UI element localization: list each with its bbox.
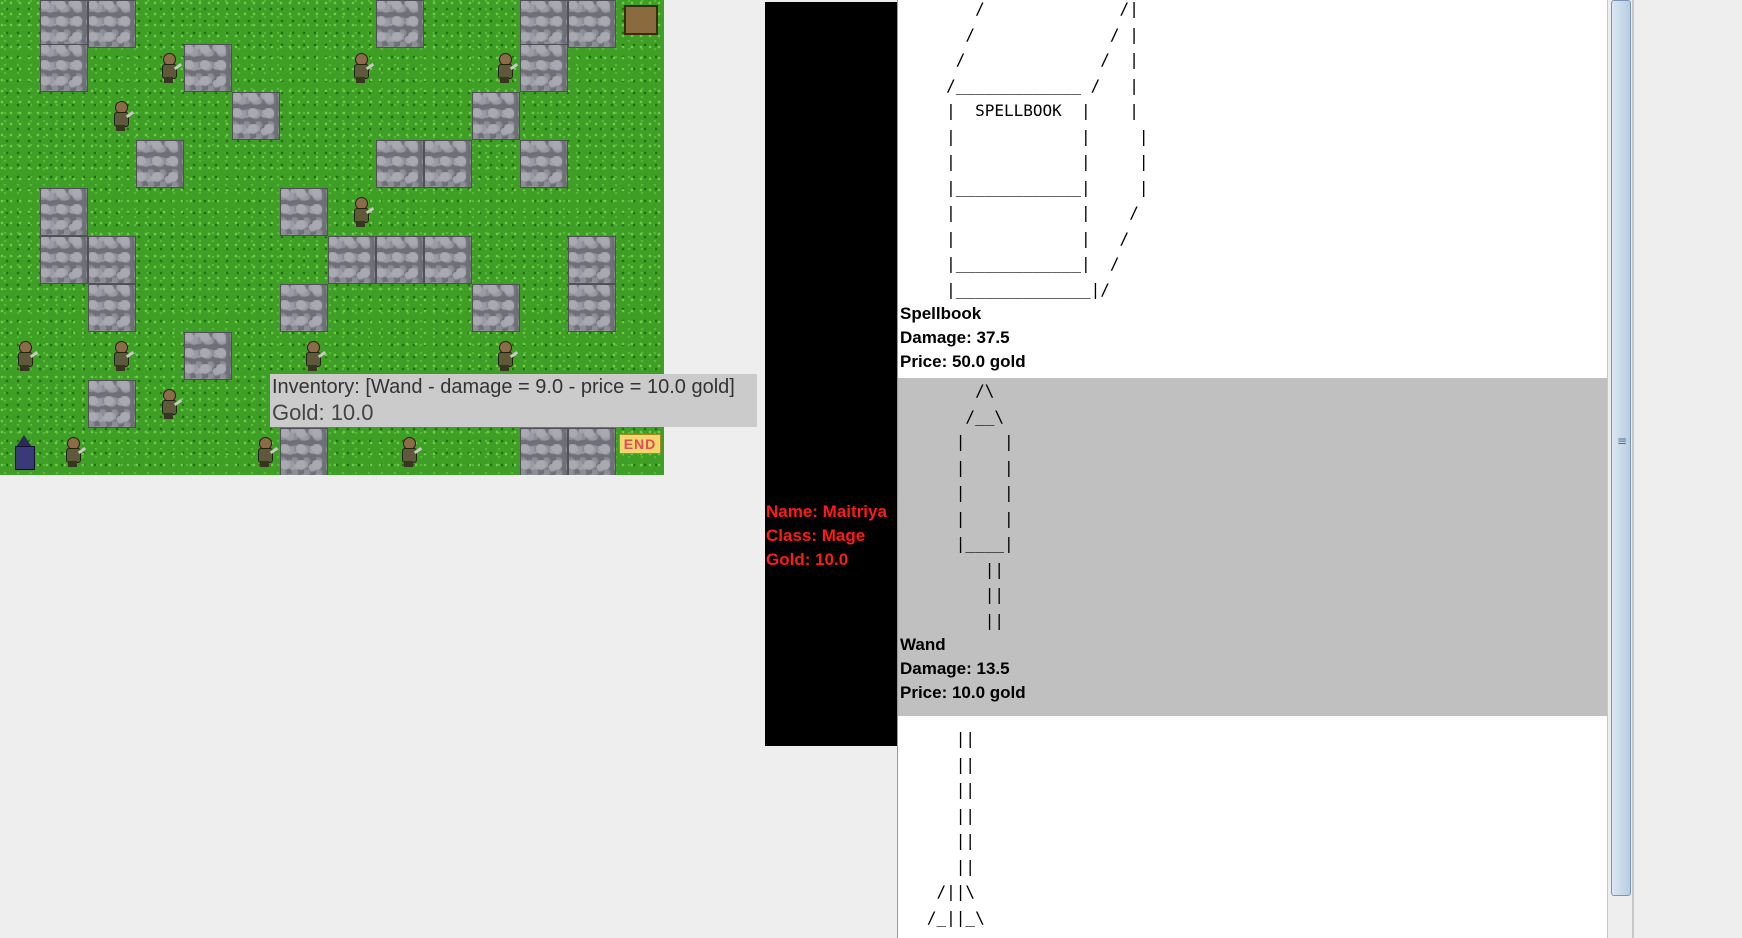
inventory-text: Inventory: [Wand - damage = 9.0 - price …: [272, 376, 735, 398]
inventory-panel: Inventory: [Wand - damage = 9.0 - price …: [270, 374, 757, 427]
goblin-enemy[interactable]: [384, 428, 432, 475]
item-price: Price: 50.0 gold: [900, 352, 1026, 371]
stone-tile: [424, 236, 472, 284]
stone-tile: [40, 188, 88, 236]
shop-item-wand[interactable]: /\ /__\ | | | | | | | | |____| || || || …: [898, 378, 1608, 716]
stone-tile: [520, 140, 568, 188]
player-class: Class: Mage: [766, 526, 866, 545]
item-price: Price: 10.0 gold: [900, 683, 1026, 702]
end-tile[interactable]: END: [616, 420, 664, 468]
shop-item-spellbook[interactable]: / /| / / | / / | /_____________ / | | SP…: [898, 0, 1608, 374]
treasure-chest[interactable]: [616, 0, 664, 48]
stone-tile: [40, 0, 88, 48]
item-name: Wand: [900, 635, 946, 654]
goblin-enemy[interactable]: [336, 44, 384, 92]
stone-tile: [136, 140, 184, 188]
grip-lines-icon: ≡: [1617, 434, 1628, 448]
sword-ascii-art: || || || || || || /||\ /_||_\: [926, 729, 985, 927]
stone-tile: [88, 0, 136, 48]
stone-tile: [280, 284, 328, 332]
goblin-enemy[interactable]: [480, 332, 528, 380]
stone-tile: [328, 236, 376, 284]
stone-tile: [184, 332, 232, 380]
player-name: Name: Maitriya: [766, 502, 887, 521]
window-edge: [1632, 0, 1634, 938]
shop-item-sword[interactable]: || || || || || || /||\ /_||_\: [898, 726, 1608, 930]
stone-tile: [520, 0, 568, 48]
goblin-enemy[interactable]: [240, 428, 288, 475]
wand-ascii-art: /\ /__\ | | | | | | | | |____| || || ||: [955, 381, 1014, 630]
stone-tile: [472, 284, 520, 332]
shop-scrollbar[interactable]: ≡: [1607, 0, 1633, 938]
stone-tile: [232, 92, 280, 140]
goblin-enemy[interactable]: [48, 428, 96, 475]
player-stats: Name: Maitriya Class: Mage Gold: 10.0: [766, 500, 887, 572]
stone-tile: [88, 284, 136, 332]
spellbook-ascii-art: / /| / / | / / | /_____________ / | | SP…: [946, 0, 1149, 299]
goblin-enemy[interactable]: [96, 332, 144, 380]
stone-tile: [376, 140, 424, 188]
stone-tile: [520, 428, 568, 475]
chest-icon: [624, 5, 658, 35]
stone-tile: [472, 92, 520, 140]
stone-tile: [568, 284, 616, 332]
goblin-enemy[interactable]: [144, 380, 192, 428]
goblin-enemy[interactable]: [336, 188, 384, 236]
stone-tile: [40, 236, 88, 284]
stone-tile: [40, 44, 88, 92]
inventory-gold: Gold: 10.0: [272, 400, 374, 425]
stone-tile: [88, 236, 136, 284]
goblin-enemy[interactable]: [288, 332, 336, 380]
stone-tile: [424, 140, 472, 188]
goblin-enemy[interactable]: [96, 92, 144, 140]
player-mage[interactable]: [0, 428, 48, 475]
stone-tile: [568, 0, 616, 48]
stone-tile: [280, 188, 328, 236]
item-name: Spellbook: [900, 304, 982, 323]
stone-tile: [88, 380, 136, 428]
stone-tile: [376, 0, 424, 48]
scroll-thumb[interactable]: ≡: [1611, 0, 1631, 896]
player-info-panel: Name: Maitriya Class: Mage Gold: 10.0: [765, 2, 897, 746]
game-window: END Inventory: [Wand - damage = 9.0 - pr…: [0, 0, 1742, 938]
shop-list[interactable]: / /| / / | / / | /_____________ / | | SP…: [897, 0, 1608, 938]
player-gold: Gold: 10.0: [766, 550, 849, 569]
item-damage: Damage: 37.5: [900, 328, 1010, 347]
end-label: END: [618, 434, 662, 454]
stone-tile: [376, 236, 424, 284]
goblin-enemy[interactable]: [0, 332, 48, 380]
item-damage: Damage: 13.5: [900, 659, 1010, 678]
goblin-enemy[interactable]: [144, 44, 192, 92]
stone-tile: [568, 236, 616, 284]
goblin-enemy[interactable]: [480, 44, 528, 92]
stone-tile: [568, 428, 616, 475]
